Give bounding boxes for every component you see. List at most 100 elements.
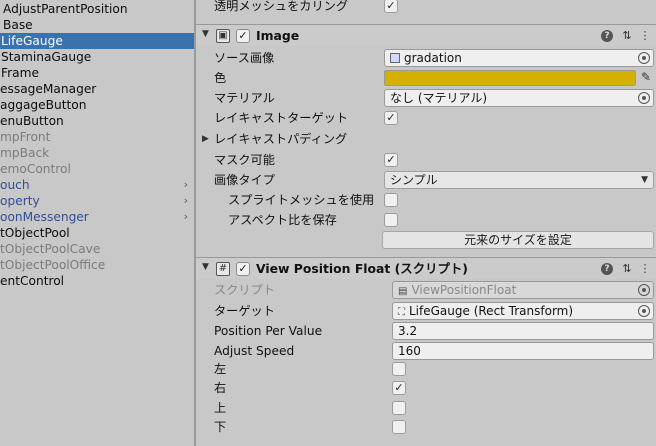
chevron-right-icon[interactable]: › [184, 209, 188, 225]
object-picker-icon[interactable] [638, 305, 650, 317]
hierarchy-item-label: emoControl [0, 162, 71, 176]
left-label: 左 [214, 362, 227, 376]
preserve-aspect-checkbox[interactable] [384, 213, 398, 227]
kebab-menu-icon[interactable]: ⋮ [638, 262, 652, 276]
material-row: マテリアル なし (マテリアル) [196, 88, 656, 108]
hierarchy-item-label: enuButton [0, 114, 64, 128]
up-checkbox[interactable] [392, 401, 406, 415]
hierarchy-item[interactable]: operty › [0, 193, 194, 209]
preset-sliders-icon[interactable]: ⇅ [620, 29, 634, 43]
chevron-right-icon[interactable]: › [184, 177, 188, 193]
hierarchy-item-label: ouch [0, 178, 30, 192]
hierarchy-item[interactable]: StaminaGauge [0, 49, 194, 65]
image-type-label: 画像タイプ [214, 173, 275, 187]
use-sprite-mesh-checkbox[interactable] [384, 193, 398, 207]
raycast-target-row: レイキャストターゲット ✓ [196, 108, 656, 128]
down-label: 下 [214, 420, 227, 434]
cull-transparent-mesh-label: 透明メッシュをカリング [214, 0, 349, 13]
view-position-float-enabled-checkbox[interactable]: ✓ [236, 262, 250, 276]
hierarchy-item-label: tObjectPool [0, 226, 70, 240]
hierarchy-item[interactable]: oonMessenger › [0, 209, 194, 225]
script-file-icon: ▤ [398, 286, 408, 297]
help-icon[interactable]: ? [601, 263, 613, 275]
kebab-menu-icon[interactable]: ⋮ [638, 29, 652, 43]
target-label: ターゲット [214, 304, 275, 318]
raycast-target-label: レイキャストターゲット [214, 111, 349, 125]
script-component-icon: # [216, 262, 230, 276]
color-swatch[interactable] [384, 70, 636, 86]
preserve-aspect-row: アスペクト比を保存 [196, 210, 656, 230]
source-image-value: gradation [404, 51, 462, 65]
adjust-speed-row: Adjust Speed 160 [196, 341, 656, 361]
hierarchy-item[interactable]: tObjectPoolCave [0, 241, 194, 257]
image-type-dropdown[interactable]: シンプル ▼ [384, 171, 654, 189]
hierarchy-item[interactable]: Base [0, 17, 194, 33]
up-row: 上 [196, 398, 656, 418]
hierarchy-item[interactable]: emoControl [0, 161, 194, 177]
image-component-title: Image [256, 28, 300, 43]
raycast-target-checkbox[interactable]: ✓ [384, 111, 398, 125]
position-per-value-label: Position Per Value [214, 324, 323, 338]
preset-sliders-icon[interactable]: ⇅ [620, 262, 634, 276]
set-native-size-button[interactable]: 元来のサイズを設定 [382, 231, 654, 249]
right-row: 右 ✓ [196, 378, 656, 398]
down-row: 下 [196, 417, 656, 437]
use-sprite-mesh-label: スプライトメッシュを使用 [228, 193, 375, 207]
view-position-float-header[interactable]: ▼ # ✓ View Position Float (スクリプト) ? ⇅ ⋮ [196, 257, 656, 279]
position-per-value-row: Position Per Value 3.2 [196, 321, 656, 341]
object-picker-icon[interactable] [638, 52, 650, 64]
inspector-panel: 透明メッシュをカリング ✓ ▼ ▣ ✓ Image ? ⇅ ⋮ ソース画像 gr… [196, 0, 656, 446]
script-field: ▤ ViewPositionFloat [392, 281, 654, 299]
help-icon[interactable]: ? [601, 30, 613, 42]
up-label: 上 [214, 401, 227, 415]
source-image-field[interactable]: gradation [384, 49, 654, 67]
hierarchy-item[interactable]: entControl [0, 273, 194, 289]
object-picker-icon [638, 284, 650, 296]
maskable-checkbox[interactable]: ✓ [384, 153, 398, 167]
hierarchy-item-label: mpFront [0, 130, 51, 144]
left-checkbox[interactable] [392, 362, 406, 376]
hierarchy-item[interactable]: tObjectPool [0, 225, 194, 241]
raycast-padding-label[interactable]: レイキャストパディング [214, 129, 347, 149]
hierarchy-item-label: essageManager [0, 82, 97, 96]
hierarchy-item-label: StaminaGauge [1, 50, 92, 64]
hierarchy-item[interactable]: LifeGauge [0, 33, 194, 49]
hierarchy-item[interactable]: AdjustParentPosition [0, 1, 194, 17]
right-checkbox[interactable]: ✓ [392, 381, 406, 395]
color-label: 色 [214, 71, 227, 85]
down-checkbox[interactable] [392, 420, 406, 434]
object-picker-icon[interactable] [638, 92, 650, 104]
image-component-header[interactable]: ▼ ▣ ✓ Image ? ⇅ ⋮ [196, 24, 656, 46]
hierarchy-item-label: Base [3, 18, 33, 32]
material-field[interactable]: なし (マテリアル) [384, 89, 654, 107]
image-enabled-checkbox[interactable]: ✓ [236, 29, 250, 43]
check-icon: ✓ [386, 111, 396, 124]
script-row: スクリプト ▤ ViewPositionFloat [196, 280, 656, 300]
raycast-padding-row[interactable]: ▶ レイキャストパディング [196, 129, 656, 149]
hierarchy-item[interactable]: ouch › [0, 177, 194, 193]
fold-right-icon[interactable]: ▶ [202, 129, 209, 149]
adjust-speed-input[interactable]: 160 [392, 342, 654, 360]
preserve-aspect-label: アスペクト比を保存 [228, 213, 337, 227]
eyedropper-icon[interactable]: ✎ [639, 70, 653, 84]
hierarchy-item[interactable]: enuButton [0, 113, 194, 129]
cull-transparent-mesh-checkbox[interactable]: ✓ [384, 0, 398, 13]
target-field[interactable]: ⛶ LifeGauge (Rect Transform) [392, 302, 654, 320]
hierarchy-item[interactable]: mpFront [0, 129, 194, 145]
hierarchy-item[interactable]: essageManager [0, 81, 194, 97]
position-per-value-input[interactable]: 3.2 [392, 322, 654, 340]
right-label: 右 [214, 381, 227, 395]
left-row: 左 [196, 359, 656, 379]
hierarchy-item-label: AdjustParentPosition [3, 2, 128, 16]
hierarchy-item[interactable]: mpBack [0, 145, 194, 161]
chevron-right-icon[interactable]: › [184, 193, 188, 209]
hierarchy-item-label: aggageButton [0, 98, 87, 112]
hierarchy-item-label: Frame [1, 66, 39, 80]
sprite-icon [390, 53, 400, 63]
check-icon: ✓ [394, 381, 404, 394]
hierarchy-item[interactable]: aggageButton [0, 97, 194, 113]
fold-down-icon[interactable]: ▼ [202, 29, 209, 39]
fold-down-icon[interactable]: ▼ [202, 262, 209, 272]
hierarchy-item[interactable]: Frame [0, 65, 194, 81]
hierarchy-item[interactable]: tObjectPoolOffice [0, 257, 194, 273]
